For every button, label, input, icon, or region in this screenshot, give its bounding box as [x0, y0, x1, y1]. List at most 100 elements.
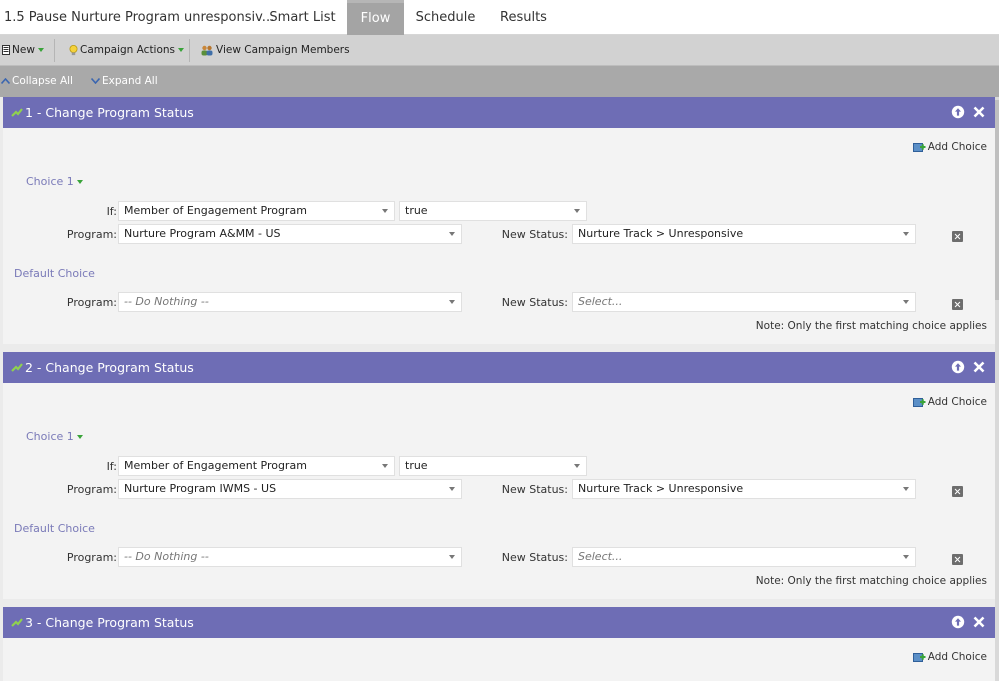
add-choice-button[interactable]: Add Choice	[912, 651, 987, 663]
delete-default-icon[interactable]	[952, 554, 963, 565]
new-status-label: New Status:	[501, 483, 568, 496]
default-program-label: Program:	[66, 296, 117, 309]
view-campaign-members-label: View Campaign Members	[216, 44, 350, 56]
new-button[interactable]: New	[2, 44, 44, 56]
chevron-down-icon	[903, 487, 909, 491]
program-select[interactable]: Nurture Program IWMS - US	[118, 479, 462, 499]
chevron-down-icon	[449, 232, 455, 236]
add-choice-button[interactable]: Add Choice	[912, 396, 987, 408]
close-icon[interactable]	[972, 360, 986, 374]
default-new-status-label: New Status:	[501, 296, 568, 309]
step-header[interactable]: 1 - Change Program Status	[3, 97, 995, 128]
matching-choice-note: Note: Only the first matching choice app…	[755, 575, 987, 587]
add-choice-icon	[912, 142, 926, 152]
scrollbar-thumb[interactable]	[995, 100, 999, 300]
default-program-value: -- Do Nothing --	[124, 295, 209, 308]
collapse-all-button[interactable]: Collapse All	[1, 75, 73, 87]
move-up-icon[interactable]	[951, 360, 965, 374]
add-choice-label: Add Choice	[927, 141, 987, 153]
default-new-status-value: Select...	[578, 295, 623, 308]
tab-bar: 1.5 Pause Nurture Program unresponsiv...…	[0, 0, 999, 35]
add-choice-button[interactable]: Add Choice	[912, 141, 987, 153]
chevron-down-icon	[37, 48, 44, 52]
collapse-expand-bar: Collapse All Expand All	[0, 66, 999, 97]
chevron-down-icon	[574, 464, 580, 468]
program-value: Nurture Program IWMS - US	[124, 482, 277, 495]
campaign-actions-button[interactable]: Campaign Actions	[69, 44, 185, 56]
if-condition-select[interactable]: Member of Engagement Program	[118, 201, 395, 221]
flow-step-icon	[11, 363, 23, 372]
choice-label: Choice 1	[26, 175, 74, 188]
default-choice-label: Default Choice	[14, 267, 95, 280]
step-header[interactable]: 3 - Change Program Status	[3, 607, 995, 638]
program-value: Nurture Program A&MM - US	[124, 227, 281, 240]
default-choice-label: Default Choice	[14, 522, 95, 535]
program-title: 1.5 Pause Nurture Program unresponsiv...	[4, 10, 275, 25]
toolbar: New Campaign Actions View Campaign Membe…	[0, 35, 999, 66]
new-label: New	[12, 44, 35, 56]
matching-choice-note: Note: Only the first matching choice app…	[755, 320, 987, 332]
choice-1-toggle[interactable]: Choice 1	[26, 175, 83, 188]
default-new-status-select[interactable]: Select...	[572, 547, 916, 567]
if-value-select[interactable]: true	[399, 456, 587, 476]
new-status-value: Nurture Track > Unresponsive	[578, 227, 744, 240]
chevron-down-icon	[449, 555, 455, 559]
if-condition-select[interactable]: Member of Engagement Program	[118, 456, 395, 476]
collapse-all-label: Collapse All	[12, 75, 73, 87]
step-header[interactable]: 2 - Change Program Status	[3, 352, 995, 383]
default-program-select[interactable]: -- Do Nothing --	[118, 292, 462, 312]
expand-all-button[interactable]: Expand All	[91, 75, 158, 87]
if-condition-value: Member of Engagement Program	[124, 459, 307, 472]
delete-choice-icon[interactable]	[952, 486, 963, 497]
tab-results[interactable]: Results	[487, 0, 560, 35]
chevron-down-icon	[76, 180, 83, 184]
chevron-down-icon	[76, 435, 83, 439]
add-choice-label: Add Choice	[927, 396, 987, 408]
delete-choice-icon[interactable]	[952, 231, 963, 242]
tab-flow[interactable]: Flow	[347, 0, 404, 35]
choice-label: Choice 1	[26, 430, 74, 443]
if-value-select[interactable]: true	[399, 201, 587, 221]
flow-step-icon	[11, 108, 23, 117]
default-program-select[interactable]: -- Do Nothing --	[118, 547, 462, 567]
chevron-down-icon	[449, 487, 455, 491]
choice-1-toggle[interactable]: Choice 1	[26, 430, 83, 443]
if-label: If:	[106, 460, 117, 473]
tab-schedule[interactable]: Schedule	[404, 0, 487, 35]
move-up-icon[interactable]	[951, 105, 965, 119]
default-program-value: -- Do Nothing --	[124, 550, 209, 563]
toolbar-divider	[189, 39, 190, 62]
chevron-up-icon	[1, 78, 10, 84]
chevron-down-icon	[382, 209, 388, 213]
default-new-status-value: Select...	[578, 550, 623, 563]
if-label: If:	[106, 205, 117, 218]
tab-smart-list[interactable]: Smart List	[258, 0, 347, 35]
new-status-select[interactable]: Nurture Track > Unresponsive	[572, 479, 916, 499]
if-value: true	[405, 459, 428, 472]
chevron-down-icon	[574, 209, 580, 213]
new-status-select[interactable]: Nurture Track > Unresponsive	[572, 224, 916, 244]
chevron-down-icon	[903, 555, 909, 559]
view-campaign-members-button[interactable]: View Campaign Members	[200, 44, 350, 56]
chevron-down-icon	[178, 48, 185, 52]
new-status-value: Nurture Track > Unresponsive	[578, 482, 744, 495]
toolbar-divider	[54, 39, 55, 62]
flow-step-1: 1 - Change Program Status Add Choice Cho…	[3, 97, 995, 344]
chevron-down-icon	[449, 300, 455, 304]
default-program-label: Program:	[66, 551, 117, 564]
close-icon[interactable]	[972, 615, 986, 629]
chevron-down-icon	[91, 78, 100, 84]
program-label: Program:	[66, 228, 117, 241]
new-status-label: New Status:	[501, 228, 568, 241]
flow-step-3: 3 - Change Program Status Add Choice	[3, 607, 995, 681]
program-label: Program:	[66, 483, 117, 496]
step-title: 2 - Change Program Status	[25, 360, 194, 375]
close-icon[interactable]	[972, 105, 986, 119]
delete-default-icon[interactable]	[952, 299, 963, 310]
default-new-status-select[interactable]: Select...	[572, 292, 916, 312]
expand-all-label: Expand All	[102, 75, 158, 87]
move-up-icon[interactable]	[951, 615, 965, 629]
lightbulb-icon	[69, 44, 78, 55]
flow-step-2: 2 - Change Program Status Add Choice Cho…	[3, 352, 995, 599]
program-select[interactable]: Nurture Program A&MM - US	[118, 224, 462, 244]
